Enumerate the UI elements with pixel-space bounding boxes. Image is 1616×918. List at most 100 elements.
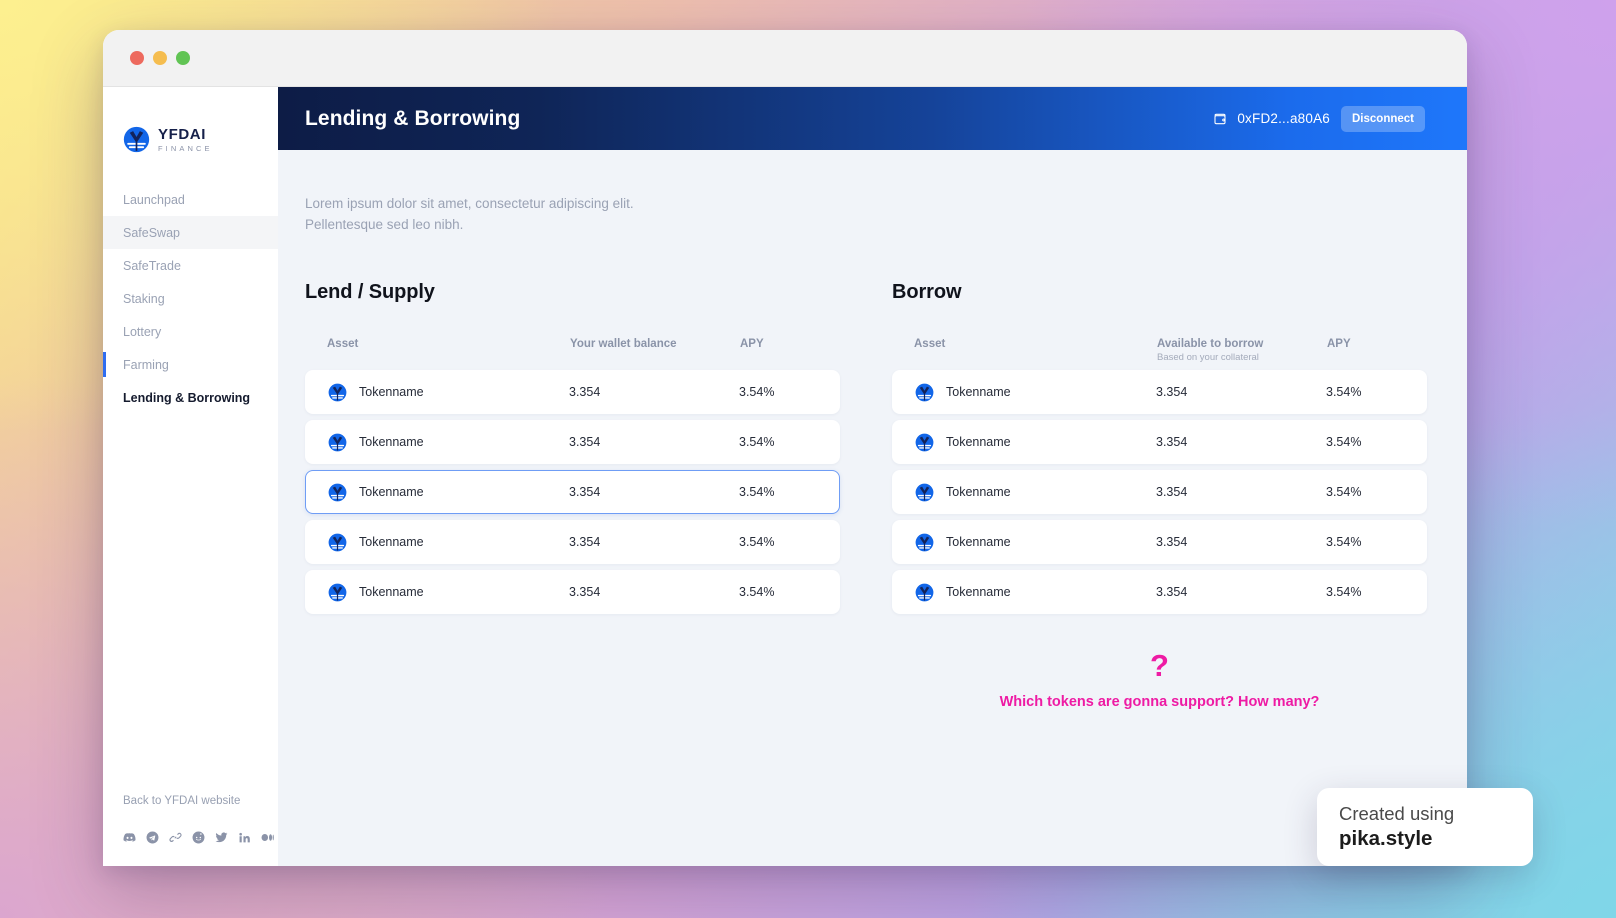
asset-cell: Tokenname xyxy=(328,533,569,552)
app-body: YFDAI FINANCE Launchpad SafeSwap SafeTrade… xyxy=(103,87,1467,866)
page-content: Lorem ipsum dolor sit amet, consectetur … xyxy=(278,150,1467,866)
row-apy: 3.54% xyxy=(1326,385,1362,400)
wallet-icon xyxy=(1214,113,1226,124)
intro-line-2: Pellentesque sed leo nibh. xyxy=(305,216,464,232)
column-header-asset: Asset xyxy=(914,338,946,351)
watermark-line-1: Created using xyxy=(1339,803,1455,824)
annotation: ? Which tokens are gonna support? How ma… xyxy=(892,650,1427,710)
table-row[interactable]: Tokenname 3.354 3.54% xyxy=(892,420,1427,465)
link-icon[interactable] xyxy=(169,831,182,844)
asset-name: Tokenname xyxy=(946,385,1011,400)
asset-cell: Tokenname xyxy=(915,483,1156,502)
asset-cell: Tokenname xyxy=(915,433,1156,452)
linkedin-icon[interactable] xyxy=(238,831,251,844)
row-value: 3.354 xyxy=(569,435,601,450)
intro-text: Lorem ipsum dolor sit amet, consectetur … xyxy=(305,194,1427,235)
sidebar: YFDAI FINANCE Launchpad SafeSwap SafeTrade… xyxy=(103,87,278,866)
column-header-value-label: Available to borrow xyxy=(1157,338,1264,351)
column-header-apy: APY xyxy=(1327,338,1351,351)
borrow-panel: Borrow Asset Available to borrow Based o… xyxy=(892,281,1427,710)
sidebar-item-safeswap[interactable]: SafeSwap xyxy=(103,216,278,249)
back-to-website-link[interactable]: Back to YFDAI website xyxy=(123,795,278,807)
wallet-area: 0xFD2...a80A6 Disconnect xyxy=(1213,105,1425,132)
row-apy: 3.54% xyxy=(739,485,775,500)
asset-name: Tokenname xyxy=(359,485,424,500)
asset-name: Tokenname xyxy=(359,535,424,550)
asset-name: Tokenname xyxy=(946,585,1011,600)
asset-name: Tokenname xyxy=(359,385,424,400)
table-row[interactable]: Tokenname 3.354 3.54% xyxy=(892,370,1427,415)
sidebar-item-farming[interactable]: Farming xyxy=(103,348,278,381)
column-header-asset: Asset xyxy=(327,338,359,351)
sidebar-footer: Back to YFDAI website xyxy=(103,795,278,866)
asset-cell: Tokenname xyxy=(915,533,1156,552)
close-button[interactable] xyxy=(130,51,144,65)
asset-cell: Tokenname xyxy=(915,583,1156,602)
reddit-icon[interactable] xyxy=(192,831,205,844)
row-apy: 3.54% xyxy=(1326,435,1362,450)
telegram-icon[interactable] xyxy=(146,831,159,844)
sidebar-item-safetrade[interactable]: SafeTrade xyxy=(103,249,278,282)
token-icon xyxy=(328,433,347,451)
row-apy: 3.54% xyxy=(739,385,775,400)
column-header-value: Available to borrow Based on your collat… xyxy=(1157,338,1327,363)
lend-panel-title: Lend / Supply xyxy=(305,281,435,304)
table-row[interactable]: Tokenname 3.354 3.54% xyxy=(305,470,840,515)
wallet-chip[interactable]: 0xFD2...a80A6 xyxy=(1213,111,1330,127)
intro-line-1: Lorem ipsum dolor sit amet, consectetur … xyxy=(305,196,634,211)
yfdai-logo-icon xyxy=(123,126,150,153)
asset-cell: Tokenname xyxy=(328,383,569,402)
desktop-background: YFDAI FINANCE Launchpad SafeSwap SafeTrade… xyxy=(0,0,1616,918)
panels: Lend / Supply Asset Your wallet balance … xyxy=(305,281,1427,710)
question-mark-icon: ? xyxy=(1150,648,1169,684)
app-logo[interactable]: YFDAI FINANCE xyxy=(103,87,278,165)
lend-panel: Lend / Supply Asset Your wallet balance … xyxy=(305,281,840,710)
column-header-value-label: Your wallet balance xyxy=(570,338,677,351)
token-icon xyxy=(328,533,347,551)
row-value: 3.354 xyxy=(569,535,601,550)
page-title: Lending & Borrowing xyxy=(305,106,521,130)
sidebar-nav: Launchpad SafeSwap SafeTrade Staking Lottery… xyxy=(103,183,278,414)
twitter-icon[interactable] xyxy=(215,831,228,844)
page-header: Lending & Borrowing 0xFD2...a80A6 Discon… xyxy=(278,87,1467,150)
table-row[interactable]: Tokenname 3.354 3.54% xyxy=(892,520,1427,565)
row-apy: 3.54% xyxy=(1326,585,1362,600)
discord-icon[interactable] xyxy=(123,831,136,844)
annotation-text: Which tokens are gonna support? How many… xyxy=(999,694,1320,711)
row-value: 3.354 xyxy=(1156,535,1188,550)
pika-watermark: Created using pika.style xyxy=(1317,788,1533,866)
asset-name: Tokenname xyxy=(946,485,1011,500)
main-area: Lending & Borrowing 0xFD2...a80A6 Discon… xyxy=(278,87,1467,866)
asset-name: Tokenname xyxy=(946,435,1011,450)
table-row[interactable]: Tokenname 3.354 3.54% xyxy=(892,570,1427,615)
sidebar-item-lottery[interactable]: Lottery xyxy=(103,315,278,348)
row-value: 3.354 xyxy=(569,385,601,400)
column-header-value-sublabel: Based on your collateral xyxy=(1157,352,1259,364)
table-row[interactable]: Tokenname 3.354 3.54% xyxy=(305,520,840,565)
row-value: 3.354 xyxy=(1156,435,1188,450)
maximize-button[interactable] xyxy=(176,51,190,65)
sidebar-item-launchpad[interactable]: Launchpad xyxy=(103,183,278,216)
logo-subtitle: FINANCE xyxy=(158,143,213,153)
row-value: 3.354 xyxy=(1156,585,1188,600)
sidebar-item-lending-borrowing[interactable]: Lending & Borrowing xyxy=(103,381,278,414)
table-row[interactable]: Tokenname 3.354 3.54% xyxy=(892,470,1427,515)
asset-cell: Tokenname xyxy=(328,433,569,452)
window-titlebar xyxy=(103,30,1467,87)
table-row[interactable]: Tokenname 3.354 3.54% xyxy=(305,370,840,415)
disconnect-button[interactable]: Disconnect xyxy=(1341,105,1425,132)
medium-icon[interactable] xyxy=(261,831,274,844)
row-apy: 3.54% xyxy=(739,535,775,550)
asset-name: Tokenname xyxy=(359,435,424,450)
sidebar-item-staking[interactable]: Staking xyxy=(103,282,278,315)
social-links xyxy=(123,831,278,844)
row-apy: 3.54% xyxy=(739,435,775,450)
token-icon xyxy=(915,433,934,451)
table-row[interactable]: Tokenname 3.354 3.54% xyxy=(305,570,840,615)
column-header-apy: APY xyxy=(740,338,764,351)
minimize-button[interactable] xyxy=(153,51,167,65)
wallet-address: 0xFD2...a80A6 xyxy=(1237,111,1330,126)
borrow-table-rows: Tokenname 3.354 3.54% Tokenname 3.354 3.54% To… xyxy=(892,370,1427,615)
token-icon xyxy=(915,383,934,401)
table-row[interactable]: Tokenname 3.354 3.54% xyxy=(305,420,840,465)
